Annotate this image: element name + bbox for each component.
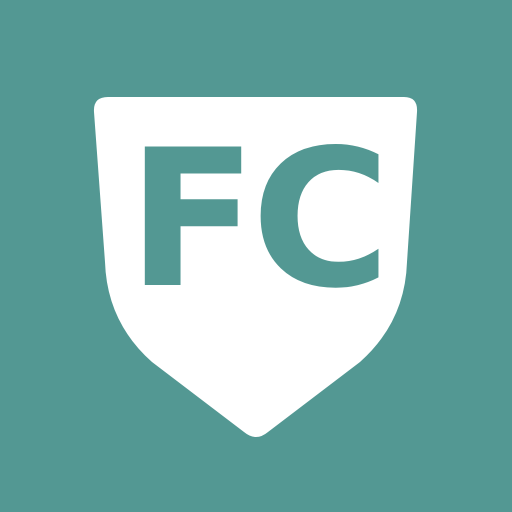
app-icon: FC xyxy=(0,0,512,512)
logo-monogram: FC xyxy=(93,125,419,315)
monogram-text: FC xyxy=(127,109,390,330)
